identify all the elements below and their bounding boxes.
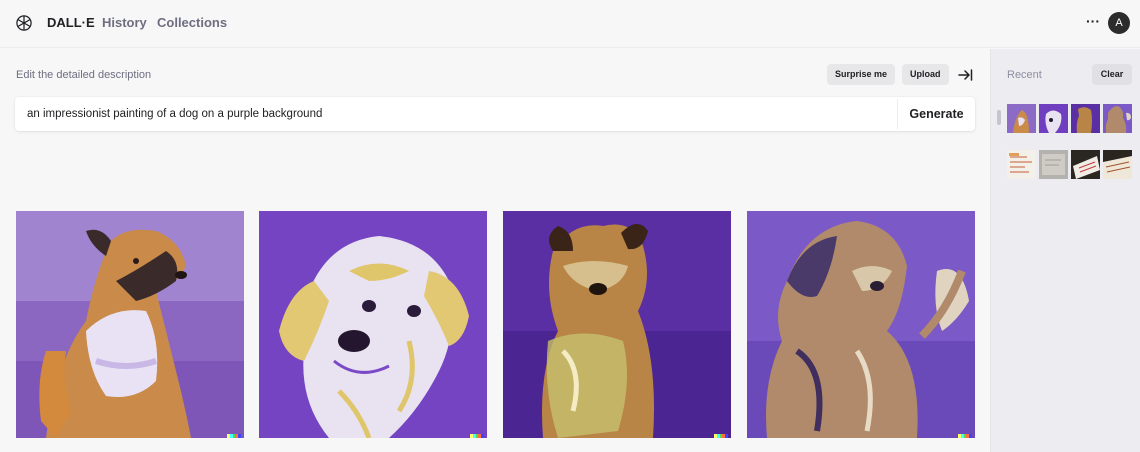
brand-title[interactable]: DALL·E <box>47 16 95 30</box>
recent-thumb[interactable] <box>1103 150 1132 179</box>
signature-mark <box>958 434 972 438</box>
result-image-1[interactable] <box>16 211 244 438</box>
recent-thumb[interactable] <box>1071 150 1100 179</box>
clear-button[interactable]: Clear <box>1092 64 1132 85</box>
description-label: Edit the detailed description <box>16 69 152 81</box>
recent-thumb[interactable] <box>1007 150 1036 179</box>
upload-button[interactable]: Upload <box>902 64 949 85</box>
openai-logo-icon[interactable] <box>14 13 34 33</box>
editor-panel: Edit the detailed description Surprise m… <box>0 49 990 452</box>
avatar[interactable]: A <box>1108 12 1130 34</box>
recent-thumb[interactable] <box>1103 104 1132 133</box>
result-image-4[interactable] <box>747 211 975 438</box>
collapse-sidebar-icon[interactable] <box>956 66 974 84</box>
prompt-input[interactable] <box>15 97 897 131</box>
top-navigation-bar: DALL·E History Collections ··· A <box>0 0 1140 48</box>
recent-sidebar: Recent Clear <box>990 49 1140 452</box>
recent-thumb[interactable] <box>1071 104 1100 133</box>
scrollbar-handle[interactable] <box>997 110 1001 125</box>
recent-thumb[interactable] <box>1007 104 1036 133</box>
result-image-3[interactable] <box>503 211 731 438</box>
signature-mark <box>470 434 484 438</box>
more-dots-icon[interactable]: ··· <box>1086 13 1100 29</box>
recent-label: Recent <box>1007 69 1042 81</box>
signature-mark <box>227 434 241 438</box>
surprise-me-button[interactable]: Surprise me <box>827 64 896 85</box>
signature-mark <box>714 434 728 438</box>
nav-collections[interactable]: Collections <box>157 16 227 30</box>
result-image-2[interactable] <box>259 211 487 438</box>
nav-history[interactable]: History <box>102 16 147 30</box>
recent-thumb[interactable] <box>1039 150 1068 179</box>
prompt-box: Generate <box>15 97 975 131</box>
recent-thumb[interactable] <box>1039 104 1068 133</box>
generate-button[interactable]: Generate <box>898 97 975 131</box>
